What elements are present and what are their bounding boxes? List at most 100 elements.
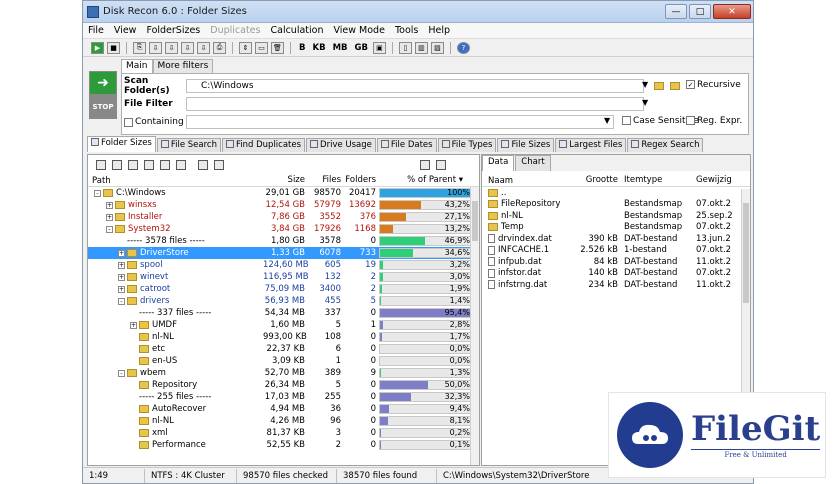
- expand-all-icon[interactable]: [160, 160, 170, 170]
- tab-folder-sizes[interactable]: Folder Sizes: [87, 136, 156, 152]
- menu-tools[interactable]: Tools: [390, 25, 423, 36]
- menu-duplicates[interactable]: Duplicates: [205, 25, 265, 36]
- col-grootte[interactable]: Grootte: [564, 175, 624, 186]
- tab-regex-search[interactable]: Regex Search: [627, 138, 704, 152]
- unit-gb-button[interactable]: GB: [353, 43, 370, 53]
- col-folders[interactable]: Folders: [341, 175, 379, 186]
- file-row[interactable]: ..: [482, 187, 750, 199]
- expand-level-1-icon[interactable]: [112, 160, 122, 170]
- open-folder-icon[interactable]: [214, 160, 224, 170]
- menu-view-mode[interactable]: View Mode: [328, 25, 389, 36]
- tree-row[interactable]: - C:\Windows 29,01 GB 98570 20417 100%: [88, 187, 479, 199]
- containing-input[interactable]: [186, 115, 614, 129]
- unit-mb-button[interactable]: MB: [331, 43, 350, 53]
- menu-help[interactable]: Help: [423, 25, 455, 36]
- tree-scrollbar[interactable]: [470, 187, 479, 465]
- tab-find-duplicates[interactable]: Find Duplicates: [222, 138, 306, 152]
- expand-toggle-icon[interactable]: -: [118, 297, 125, 305]
- col-size[interactable]: Size: [263, 175, 305, 186]
- col-name[interactable]: Naam: [482, 175, 564, 186]
- tree-row[interactable]: nl-NL 993,00 KB 108 0 1,7%: [88, 331, 479, 343]
- scan-folder-input[interactable]: C:\Windows: [186, 79, 644, 93]
- col-itemtype[interactable]: Itemtype: [624, 175, 696, 186]
- expand-toggle-icon[interactable]: +: [118, 285, 125, 293]
- tree-row[interactable]: Performance 52,55 KB 2 0 0,1%: [88, 439, 479, 451]
- recursive-checkbox[interactable]: ✓: [686, 80, 695, 89]
- browse-folder-icon[interactable]: [654, 82, 664, 90]
- tree-row[interactable]: etc 22,37 KB 6 0 0,0%: [88, 343, 479, 355]
- tab-file-types[interactable]: File Types: [437, 138, 497, 152]
- tree-row[interactable]: AutoRecover 4,94 MB 36 0 9,4%: [88, 403, 479, 415]
- file-row[interactable]: nl-NL Bestandsmap 25.sep.2: [482, 210, 750, 222]
- tree-row[interactable]: + spool 124,60 MB 605 19 3,2%: [88, 259, 479, 271]
- tab-data[interactable]: Data: [482, 155, 515, 171]
- maximize-button[interactable]: □: [689, 4, 711, 19]
- tree-row[interactable]: + catroot 75,09 MB 3400 2 1,9%: [88, 283, 479, 295]
- col-path[interactable]: Path: [88, 175, 263, 186]
- tree-row[interactable]: + winevt 116,95 MB 132 2 3,0%: [88, 271, 479, 283]
- start-scan-button[interactable]: ➜: [89, 71, 117, 95]
- filter-dropdown-icon[interactable]: ▼: [642, 98, 648, 107]
- tree-row[interactable]: en-US 3,09 KB 1 0 0,0%: [88, 355, 479, 367]
- erase-icon[interactable]: [176, 160, 186, 170]
- dropdown-arrow-icon[interactable]: ▼: [642, 80, 648, 89]
- help-icon[interactable]: ?: [456, 41, 470, 54]
- export-html-icon[interactable]: ⇩: [181, 41, 194, 54]
- tree-row[interactable]: - drivers 56,93 MB 455 5 1,4%: [88, 295, 479, 307]
- tab-file-dates[interactable]: File Dates: [376, 138, 437, 152]
- export-icon[interactable]: ⇩: [149, 41, 162, 54]
- expand-level-2-icon[interactable]: [128, 160, 138, 170]
- tree-row[interactable]: + winsxs 12,54 GB 57979 13692 43,2%: [88, 199, 479, 211]
- split-icon[interactable]: ▥: [414, 41, 428, 54]
- unit-b-button[interactable]: B: [297, 43, 307, 53]
- file-filter-input[interactable]: [186, 97, 644, 111]
- copy-icon[interactable]: ⎘: [133, 41, 146, 54]
- col-gewijzigd[interactable]: Gewijzig: [696, 175, 744, 186]
- tree-row[interactable]: + DriverStore 1,33 GB 6078 733 34,6%: [88, 247, 479, 259]
- tree-row[interactable]: ----- 3578 files ----- 1,80 GB 3578 0 46,9%: [88, 235, 479, 247]
- tab-file-search[interactable]: File Search: [156, 138, 221, 152]
- file-row[interactable]: infpub.dat 84 kB DAT-bestand 11.okt.2: [482, 256, 750, 268]
- file-row[interactable]: drvindex.dat 390 kB DAT-bestand 13.jun.2: [482, 233, 750, 245]
- tab-drive-usage[interactable]: Drive Usage: [306, 138, 376, 152]
- add-folder-icon[interactable]: [670, 82, 680, 90]
- expand-toggle-icon[interactable]: +: [118, 249, 125, 257]
- menu-calculation[interactable]: Calculation: [265, 25, 328, 36]
- recursive-option[interactable]: ✓ Recursive: [686, 80, 741, 90]
- unit-kb-button[interactable]: KB: [310, 43, 327, 53]
- delete-icon[interactable]: 🗑: [271, 41, 284, 54]
- tab-largest-files[interactable]: Largest Files: [555, 138, 627, 152]
- regex-option[interactable]: Reg. Expr.: [686, 116, 742, 126]
- tree-row[interactable]: + UMDF 1,60 MB 5 1 2,8%: [88, 319, 479, 331]
- containing-checkbox[interactable]: [124, 117, 133, 127]
- expand-toggle-icon[interactable]: +: [118, 273, 125, 281]
- stop-scan-button[interactable]: STOP: [89, 95, 117, 119]
- minimize-button[interactable]: —: [665, 4, 687, 19]
- containing-dropdown-icon[interactable]: ▼: [604, 116, 610, 125]
- expand-level-3-icon[interactable]: [144, 160, 154, 170]
- file-row[interactable]: infstrng.dat 234 kB DAT-bestand 11.okt.2: [482, 279, 750, 291]
- tree-row[interactable]: xml 81,37 KB 3 0 0,2%: [88, 427, 479, 439]
- clipboard-icon[interactable]: ▭: [255, 41, 268, 54]
- file-row[interactable]: INFCACHE.1 2.526 kB 1-bestand 07.okt.2: [482, 245, 750, 257]
- col-files[interactable]: Files: [305, 175, 341, 186]
- file-row[interactable]: FileRepository Bestandsmap 07.okt.2: [482, 199, 750, 211]
- tab-main[interactable]: Main: [121, 59, 153, 73]
- menu-foldersizes[interactable]: FolderSizes: [141, 25, 205, 36]
- file-row[interactable]: Temp Bestandsmap 07.okt.2: [482, 222, 750, 234]
- close-button[interactable]: ✕: [713, 4, 751, 19]
- export-csv-icon[interactable]: ⇩: [165, 41, 178, 54]
- tree-row[interactable]: - System32 3,84 GB 17926 1168 13,2%: [88, 223, 479, 235]
- expand-toggle-icon[interactable]: -: [118, 369, 125, 377]
- tree-row[interactable]: - wbem 52,70 MB 389 9 1,3%: [88, 367, 479, 379]
- tab-more-filters[interactable]: More filters: [152, 59, 214, 73]
- menu-file[interactable]: File: [83, 25, 109, 36]
- menu-view[interactable]: View: [109, 25, 142, 36]
- export-xml-icon[interactable]: ⇩: [197, 41, 210, 54]
- expand-toggle-icon[interactable]: +: [106, 213, 113, 221]
- expand-toggle-icon[interactable]: -: [94, 189, 101, 197]
- file-row[interactable]: infstor.dat 140 kB DAT-bestand 07.okt.2: [482, 268, 750, 280]
- expand-toggle-icon[interactable]: +: [118, 261, 125, 269]
- columns-icon[interactable]: ⇕: [239, 41, 252, 54]
- folder-select-icon[interactable]: [436, 160, 446, 170]
